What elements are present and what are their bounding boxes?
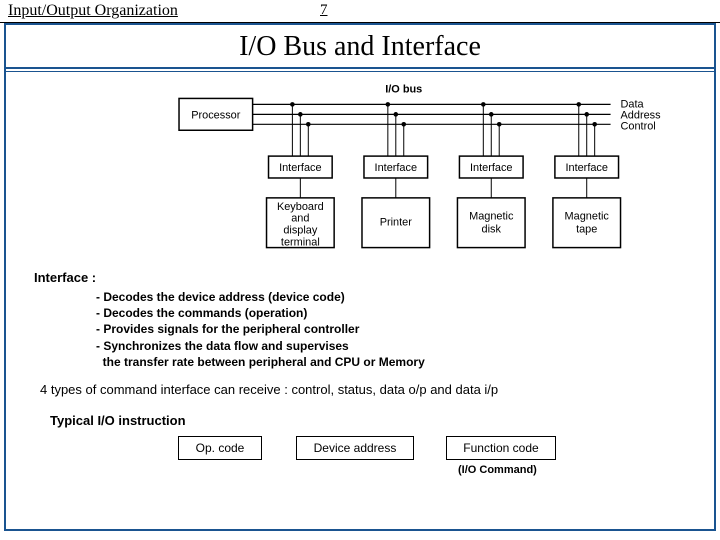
processor-box: Processor	[191, 109, 241, 121]
command-types-note: 4 types of command interface can receive…	[6, 380, 714, 413]
bullet-1: - Decodes the commands (operation)	[96, 305, 714, 321]
svg-text:disk: disk	[482, 224, 502, 236]
interface-heading: Interface :	[6, 270, 714, 285]
io-command-caption: (I/O Command)	[458, 464, 537, 476]
svg-text:tape: tape	[576, 224, 597, 236]
bullet-3: - Synchronizes the data flow and supervi…	[96, 338, 714, 354]
svg-text:Interface: Interface	[470, 162, 513, 174]
instruction-format: Op. code Device address Function code (I…	[6, 436, 714, 484]
typical-heading: Typical I/O instruction	[6, 413, 714, 436]
svg-text:Magnetic: Magnetic	[469, 211, 514, 223]
svg-text:Keyboard: Keyboard	[277, 201, 324, 213]
slide-frame: I/O Bus and Interface I/O bus Data Addre…	[4, 23, 716, 531]
svg-text:terminal: terminal	[281, 237, 320, 249]
slide-title: I/O Bus and Interface	[6, 25, 714, 67]
header-chapter: Input/Output Organization	[0, 0, 186, 22]
svg-text:and: and	[291, 213, 309, 225]
function-code-field: Function code	[446, 436, 556, 460]
svg-text:Interface: Interface	[279, 162, 322, 174]
bullet-4: the transfer rate between peripheral and…	[96, 354, 714, 370]
svg-text:display: display	[283, 225, 318, 237]
svg-text:Printer: Printer	[380, 217, 413, 229]
interface-bullets: - Decodes the device address (device cod…	[6, 285, 714, 380]
page-number: 7	[320, 2, 328, 19]
bullet-0: - Decodes the device address (device cod…	[96, 289, 714, 305]
opcode-field: Op. code	[178, 436, 262, 460]
svg-text:Interface: Interface	[375, 162, 418, 174]
io-bus-label: I/O bus	[385, 83, 422, 95]
svg-text:Magnetic: Magnetic	[565, 211, 610, 223]
bullet-2: - Provides signals for the peripheral co…	[96, 321, 714, 337]
svg-text:Interface: Interface	[565, 162, 608, 174]
title-rule	[6, 67, 714, 72]
bus-line-control: Control	[621, 120, 656, 132]
device-addr-field: Device address	[296, 436, 414, 460]
io-bus-diagram: I/O bus Data Address Control Processor I…	[6, 80, 714, 270]
